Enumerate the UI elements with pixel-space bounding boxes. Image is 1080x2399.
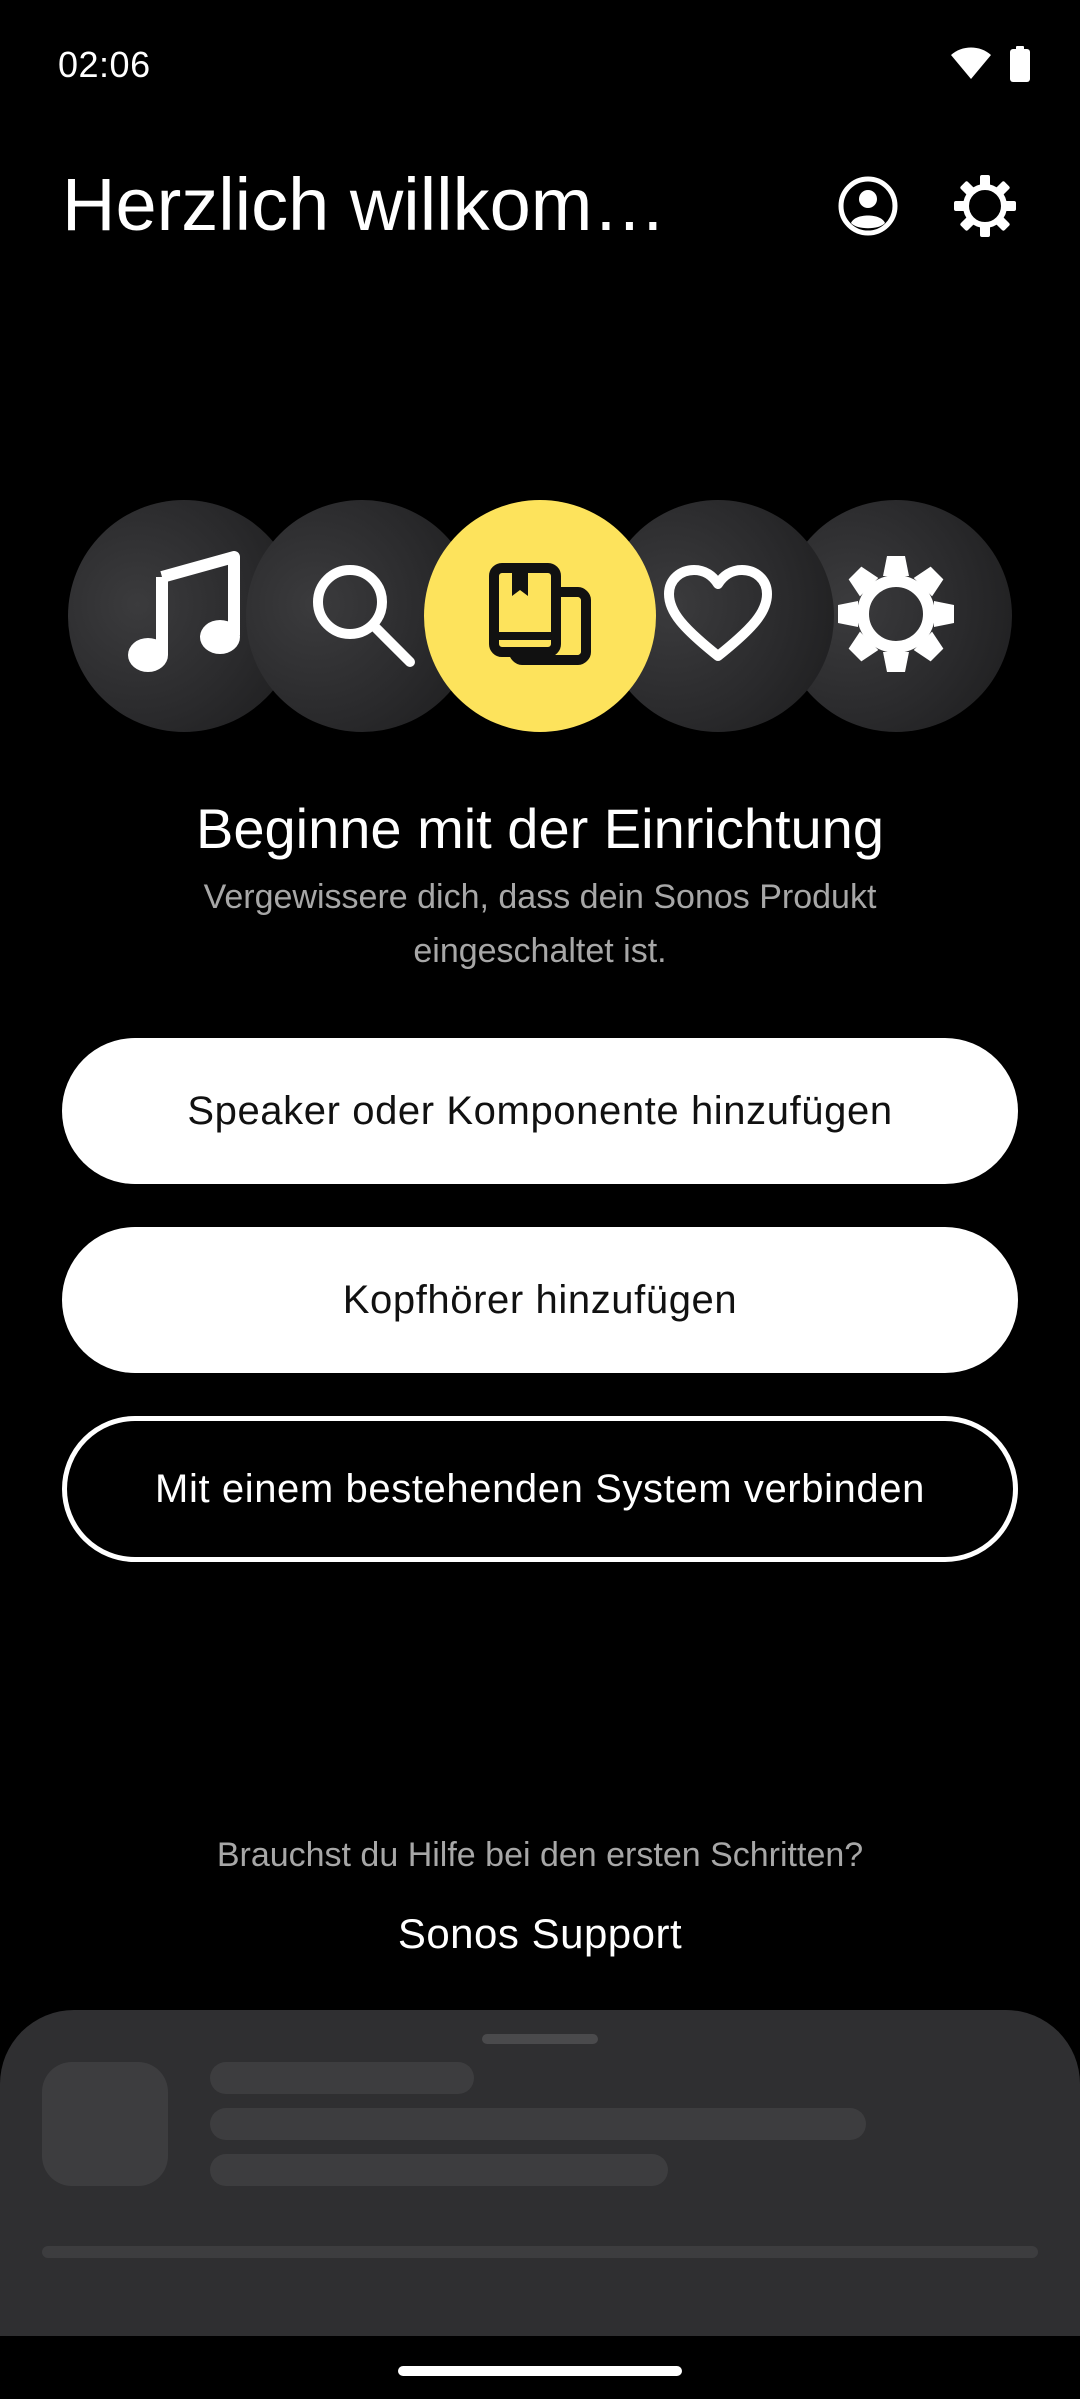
sonos-support-link[interactable]: Sonos Support [0,1910,1080,1958]
skeleton-line [210,2154,668,2186]
page-title: Herzlich willkom… [62,163,667,246]
account-circle-icon [837,175,899,242]
connect-existing-system-button[interactable]: Mit einem bestehenden System verbinden [62,1416,1018,1562]
setup-subtext: Vergewissere dich, dass dein Sonos Produ… [203,878,877,970]
gear-icon [837,555,955,678]
wifi-icon [950,47,992,81]
add-speaker-button[interactable]: Speaker oder Komponente hinzufügen [62,1038,1018,1184]
add-headphones-button[interactable]: Kopfhörer hinzufügen [62,1227,1018,1373]
setup-headline: Beginne mit der Einrichtung [196,797,884,860]
skeleton-thumbnail [42,2062,168,2186]
library-icon [488,562,592,671]
gear-icon [953,174,1017,243]
bottom-sheet[interactable] [0,2010,1080,2336]
status-bar: 02:06 [0,0,1080,130]
music-note-icon [126,550,242,682]
header: Herzlich willkom… [0,150,1080,260]
feature-carousel [68,500,1012,732]
account-button[interactable] [830,170,906,246]
battery-icon [1010,46,1030,82]
search-icon [308,560,416,673]
heart-icon [663,564,773,669]
status-time: 02:06 [58,44,151,85]
status-icons [950,46,1030,82]
help-question: Brauchst du Hilfe bei den ersten Schritt… [216,1836,864,1874]
gesture-navigation-bar[interactable] [398,2366,682,2376]
carousel-item-library-active [424,500,656,732]
sheet-drag-handle[interactable] [482,2034,598,2044]
skeleton-progress-bar [42,2246,1038,2258]
skeleton-line [210,2062,474,2094]
skeleton-line [210,2108,866,2140]
settings-button[interactable] [947,170,1023,246]
